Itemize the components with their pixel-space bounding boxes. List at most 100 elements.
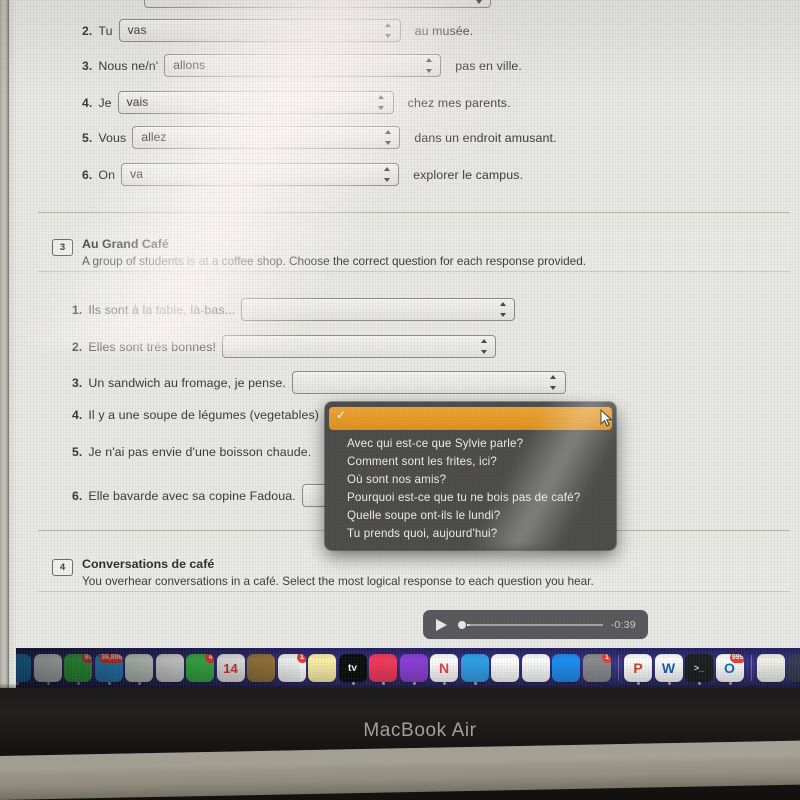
powerpoint-icon[interactable]: P — [624, 654, 652, 682]
apple-tv-icon[interactable]: tv — [338, 654, 367, 682]
podcasts-icon[interactable] — [399, 654, 428, 682]
audio-player[interactable]: -0:39 — [423, 610, 648, 639]
terminal-icon[interactable]: >_ — [685, 654, 713, 682]
select-item-2[interactable]: vas — [118, 19, 401, 42]
item-number: 4. — [72, 408, 83, 422]
calendar-icon[interactable]: 14 — [216, 654, 245, 682]
keynote-icon[interactable] — [460, 654, 489, 682]
select-item-4[interactable]: vais — [117, 91, 394, 114]
select-item-5[interactable]: allez — [132, 126, 401, 149]
section3-row-2: 2. Elles sont très bonnes! — [72, 335, 502, 358]
item-prompt-after: pas en ville. — [455, 58, 522, 73]
stepper-arrows-icon — [479, 339, 488, 354]
news-icon[interactable]: N — [430, 654, 458, 682]
dropdown-option[interactable]: Comment sont les frites, ici? — [325, 452, 616, 470]
audio-scrubber-handle[interactable] — [458, 620, 466, 629]
dock-running-indicator — [77, 682, 80, 685]
facetime-icon[interactable]: 4 — [186, 654, 214, 682]
macos-dock[interactable]: 95 36,886 4 14 1 tv N 1 P W >_ O 999 — [0, 648, 800, 688]
pages-icon[interactable] — [521, 654, 550, 682]
screen-left-edge — [0, 0, 9, 688]
select-item-1-partial[interactable] — [144, 0, 491, 8]
dock-badge: 999 — [729, 654, 744, 663]
dock-icon-glyph: tv — [348, 662, 357, 674]
chrome-icon[interactable] — [33, 654, 62, 682]
laptop-screen: 2. Tu vas au musée. 3. Nous ne/n' allons… — [0, 0, 800, 688]
select-value: vas — [127, 23, 147, 37]
downloads-stack-icon[interactable] — [787, 654, 800, 682]
dock-badge: 1 — [296, 654, 306, 663]
system-settings-icon[interactable]: 1 — [582, 654, 611, 682]
dock-running-indicator — [382, 682, 385, 685]
item-response-text: Il y a une soupe de légumes (vegetables) — [88, 408, 319, 422]
contacts-icon[interactable] — [247, 654, 275, 682]
stepper-arrows-icon — [377, 95, 386, 110]
document-file-icon[interactable] — [757, 654, 785, 682]
exercise2-row-5: 5. Vous allez dans un endroit amusant. — [82, 126, 557, 149]
section3-header: 3 Au Grand Café A group of students is a… — [38, 228, 790, 272]
dock-badge: 1 — [601, 654, 611, 663]
item-number: 2. — [72, 339, 83, 354]
select-value: allons — [173, 58, 206, 72]
screen-left-edge-inner — [9, 0, 16, 688]
dock-badge: 95 — [82, 654, 92, 663]
select-s3-item-3[interactable] — [291, 371, 566, 394]
music-icon[interactable] — [369, 654, 397, 682]
select-s3-item-4-dropdown-menu[interactable]: ✓ Avec qui est-ce que Sylvie parle? Comm… — [325, 402, 616, 550]
audio-progress-track[interactable] — [467, 623, 603, 626]
dock-icon-strip: 95 36,886 4 14 1 tv N 1 P W >_ O 999 — [0, 648, 800, 688]
dock-icon-glyph: 14 — [223, 660, 238, 676]
item-response-text: Je n'ai pas envie d'une boisson chaude. — [88, 445, 312, 459]
select-s3-item-2[interactable] — [222, 335, 497, 358]
section4-header: 4 Conversations de café You overhear con… — [38, 548, 790, 592]
dock-running-indicator — [668, 682, 671, 685]
dropdown-option[interactable]: Quelle soupe ont-ils le lundi? — [325, 506, 616, 524]
select-s3-item-1[interactable] — [241, 298, 516, 321]
dock-running-indicator — [108, 682, 111, 685]
notes-icon[interactable] — [308, 654, 336, 682]
dropdown-option-selected[interactable]: ✓ — [329, 407, 612, 430]
stepper-arrows-icon — [498, 302, 507, 317]
dock-icon-glyph: P — [633, 660, 643, 676]
dock-separator — [751, 655, 752, 681]
dock-running-indicator — [698, 682, 701, 685]
numbers-icon[interactable] — [491, 654, 519, 682]
play-icon[interactable] — [436, 618, 447, 631]
word-icon[interactable]: W — [654, 654, 683, 682]
item-number: 5. — [82, 130, 93, 145]
select-value: va — [130, 167, 143, 181]
item-prompt-before: Tu — [98, 23, 113, 38]
select-value: allez — [141, 130, 167, 144]
dock-running-indicator — [637, 682, 640, 685]
section3-row-4: 4. Il y a une soupe de légumes (vegetabl… — [72, 408, 319, 422]
dropdown-option[interactable]: Où sont nos amis? — [325, 470, 616, 488]
item-number: 3. — [72, 375, 83, 390]
dock-badge: 4 — [205, 654, 214, 663]
dropdown-option[interactable]: Avec qui est-ce que Sylvie parle? — [325, 434, 616, 452]
mail-icon[interactable]: 36,886 — [94, 654, 123, 682]
dock-running-indicator — [138, 682, 141, 685]
item-response-label: Il y a une soupe de légumes (vegetables) — [88, 408, 319, 422]
audio-time-remaining: -0:39 — [610, 618, 636, 631]
messages-icon[interactable]: 95 — [64, 654, 92, 682]
item-prompt-before: Vous — [98, 130, 127, 145]
photos-icon[interactable] — [155, 654, 184, 682]
app-store-icon[interactable] — [552, 654, 580, 682]
stepper-arrows-icon — [383, 130, 392, 145]
outlook-icon[interactable]: O 999 — [715, 654, 744, 682]
checkmark-icon: ✓ — [336, 408, 347, 422]
select-item-3[interactable]: allons — [164, 54, 442, 77]
item-prompt-after: au musée. — [414, 23, 474, 38]
select-item-6[interactable]: va — [121, 163, 400, 186]
section-divider-top — [38, 212, 790, 213]
dock-running-indicator — [47, 682, 50, 685]
dropdown-option[interactable]: Tu prends quoi, aujourd'hui? — [325, 524, 616, 542]
exercise2-row-2: 2. Tu vas au musée. — [82, 19, 473, 42]
macbook-air-label: MacBook Air — [363, 720, 477, 741]
dropdown-option[interactable]: Pourquoi est-ce que tu ne bois pas de ca… — [325, 488, 616, 506]
dock-badge: 36,886 — [99, 654, 123, 663]
select-value: vais — [126, 95, 149, 109]
maps-icon[interactable] — [125, 654, 153, 682]
reminders-icon[interactable]: 1 — [277, 654, 306, 682]
item-prompt-before: Je — [98, 95, 112, 110]
